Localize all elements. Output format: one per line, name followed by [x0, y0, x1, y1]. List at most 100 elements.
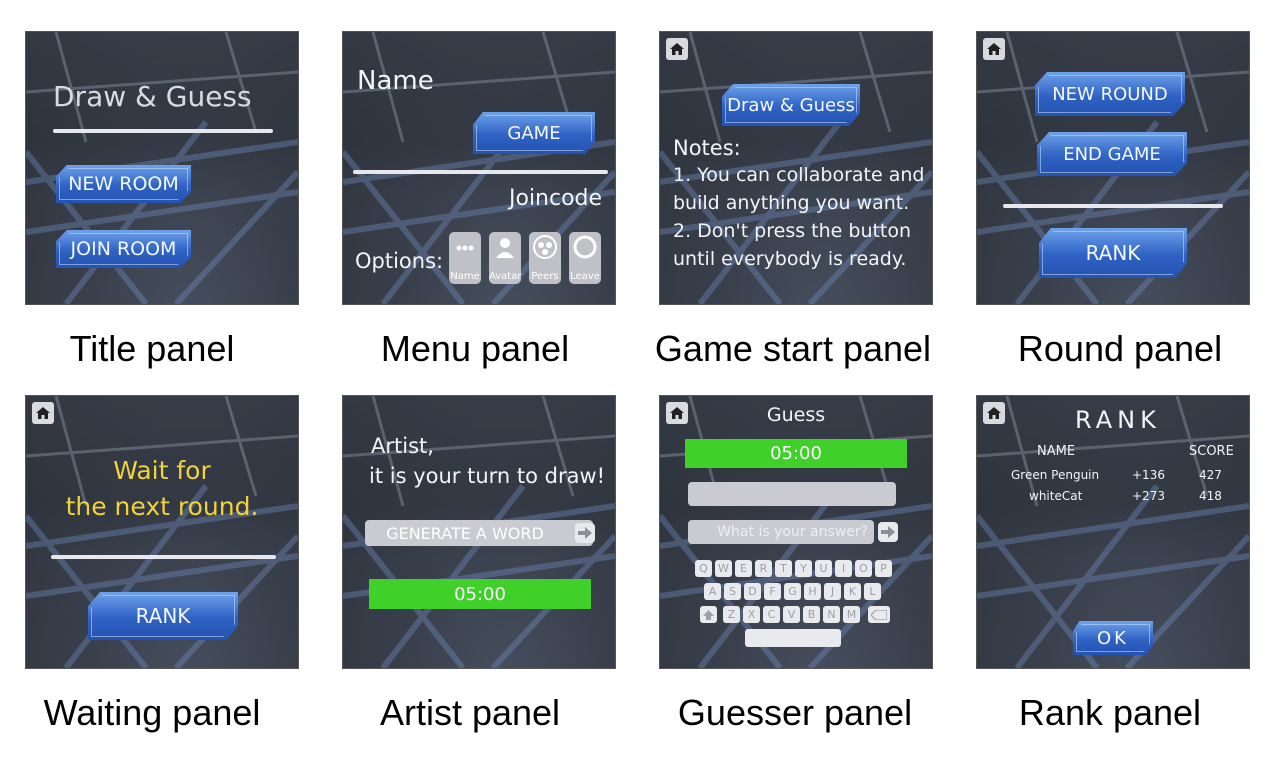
home-button[interactable]	[666, 38, 688, 60]
note-line: build anything you want.	[673, 192, 910, 214]
rank-row-delta: +136	[1132, 468, 1165, 482]
option-name-button[interactable]: Name	[449, 232, 481, 284]
backspace-icon	[871, 609, 887, 620]
note-line: until everybody is ready.	[673, 248, 907, 270]
divider	[51, 555, 276, 559]
option-leave-button[interactable]: Leave	[569, 232, 601, 284]
shift-key[interactable]	[700, 606, 717, 623]
caption-artist-panel: Artist panel	[379, 692, 561, 733]
generate-submit-button[interactable]	[575, 523, 595, 543]
notes-title: Notes:	[673, 136, 741, 160]
key-z[interactable]: Z	[723, 606, 740, 623]
new-round-button[interactable]: NEW ROUND	[1035, 72, 1185, 116]
key-y[interactable]: Y	[795, 560, 812, 577]
rank-row-score: 418	[1199, 489, 1222, 503]
key-q[interactable]: Q	[695, 560, 712, 577]
home-button[interactable]	[983, 402, 1005, 424]
key-c[interactable]: C	[763, 606, 780, 623]
artist-panel: Artist, it is your turn to draw! GENERAT…	[342, 395, 616, 669]
key-u[interactable]: U	[815, 560, 832, 577]
home-button[interactable]	[983, 38, 1005, 60]
column-header-name: NAME	[1037, 444, 1076, 459]
waiting-message-line1: Wait for	[113, 456, 211, 485]
key-i[interactable]: I	[835, 560, 852, 577]
key-m[interactable]: M	[843, 606, 860, 623]
key-b[interactable]: B	[803, 606, 820, 623]
guess-title: Guess	[766, 404, 826, 426]
key-f[interactable]: F	[764, 583, 781, 600]
key-t[interactable]: T	[775, 560, 792, 577]
home-icon	[987, 43, 1001, 55]
home-button[interactable]	[32, 402, 54, 424]
game-start-panel: Draw & Guess Notes: 1. You can collabora…	[659, 31, 933, 305]
home-icon	[670, 43, 684, 55]
new-room-button[interactable]: NEW ROOM	[56, 165, 191, 203]
key-g[interactable]: G	[784, 583, 801, 600]
caption-round-panel: Round panel	[1017, 328, 1223, 369]
key-o[interactable]: O	[855, 560, 872, 577]
joincode-label: Joincode	[509, 186, 603, 211]
divider	[353, 170, 608, 174]
caption-game-start-panel: Game start panel	[654, 328, 932, 369]
title-panel: Draw & Guess NEW ROOM JOIN ROOM	[25, 31, 299, 305]
generate-word-button[interactable]: GENERATE A WORD	[365, 520, 593, 546]
guess-display	[688, 482, 896, 506]
home-icon	[36, 407, 50, 419]
timer-bar: 05:00	[369, 579, 591, 609]
divider	[1003, 204, 1223, 208]
key-j[interactable]: J	[824, 583, 841, 600]
options-label: Options:	[355, 249, 444, 273]
join-room-button[interactable]: JOIN ROOM	[56, 230, 191, 268]
rank-button[interactable]: RANK	[1039, 228, 1187, 278]
home-icon	[987, 407, 1001, 419]
answer-placeholder: What is your answer?	[717, 524, 868, 540]
option-label: Name	[450, 271, 480, 282]
shift-icon	[703, 609, 714, 620]
ok-button[interactable]: OK	[1073, 621, 1153, 655]
note-line: 2. Don't press the button	[673, 220, 912, 242]
key-a[interactable]: A	[704, 583, 721, 600]
key-r[interactable]: R	[755, 560, 772, 577]
key-k[interactable]: K	[844, 583, 861, 600]
answer-submit-button[interactable]	[878, 522, 898, 542]
name-label: Name	[357, 66, 434, 96]
space-key[interactable]	[745, 629, 841, 647]
peers-icon	[533, 235, 557, 259]
key-e[interactable]: E	[735, 560, 752, 577]
artist-message-line1: Artist,	[371, 434, 434, 458]
answer-input[interactable]: What is your answer?	[688, 520, 874, 544]
rank-row-name: whiteCat	[1029, 489, 1083, 503]
key-s[interactable]: S	[724, 583, 741, 600]
person-icon	[496, 238, 514, 258]
backspace-key[interactable]	[868, 606, 890, 623]
option-avatar-button[interactable]: Avatar	[489, 232, 521, 284]
rank-row-score: 427	[1199, 468, 1222, 482]
option-label: Peers	[531, 271, 559, 282]
rank-button[interactable]: RANK	[88, 592, 238, 640]
key-n[interactable]: N	[823, 606, 840, 623]
key-d[interactable]: D	[744, 583, 761, 600]
key-p[interactable]: P	[875, 560, 892, 577]
key-h[interactable]: H	[804, 583, 821, 600]
key-x[interactable]: X	[743, 606, 760, 623]
circle-icon	[573, 235, 597, 259]
rank-title: RANK	[1075, 406, 1161, 434]
game-button[interactable]: GAME	[473, 112, 595, 154]
menu-panel: Name GAME Joincode Options: Name Avatar …	[342, 31, 616, 305]
option-label: Leave	[570, 271, 600, 282]
dots-icon	[456, 245, 474, 251]
waiting-panel: Wait for the next round. RANK	[25, 395, 299, 669]
draw-and-guess-button[interactable]: Draw & Guess	[722, 84, 860, 126]
waiting-message-line2: the next round.	[65, 492, 259, 521]
rank-panel: RANK NAME SCORE Green Penguin +136 427 w…	[976, 395, 1250, 669]
key-w[interactable]: W	[715, 560, 732, 577]
caption-guesser-panel: Guesser panel	[677, 692, 913, 733]
caption-waiting-panel: Waiting panel	[43, 692, 261, 733]
option-peers-button[interactable]: Peers	[529, 232, 561, 284]
caption-menu-panel: Menu panel	[380, 328, 570, 369]
caption-rank-panel: Rank panel	[1018, 692, 1202, 733]
column-header-score: SCORE	[1189, 444, 1234, 459]
end-game-button[interactable]: END GAME	[1037, 132, 1187, 176]
key-l[interactable]: L	[864, 583, 881, 600]
key-v[interactable]: V	[783, 606, 800, 623]
